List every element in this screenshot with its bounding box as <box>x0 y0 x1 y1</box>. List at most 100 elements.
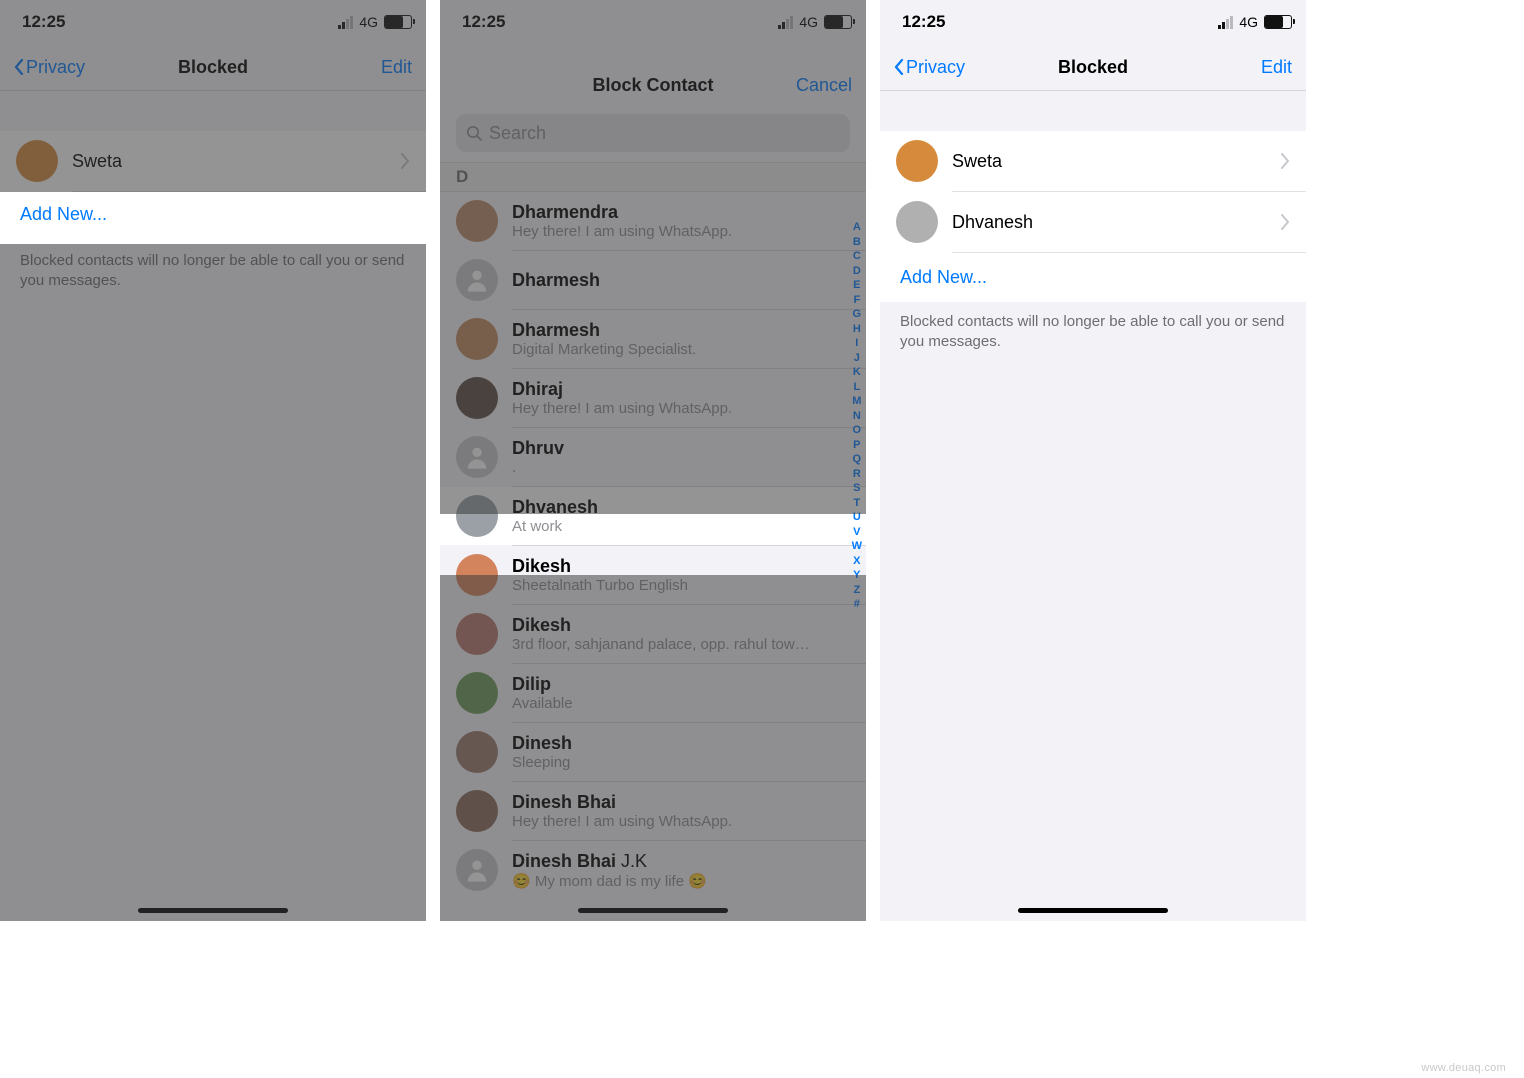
alpha-index-letter[interactable]: W <box>852 539 862 554</box>
alpha-index-letter[interactable]: U <box>853 510 861 525</box>
alpha-index-letter[interactable]: Z <box>853 583 860 598</box>
contact-row[interactable]: Dharmesh <box>440 251 866 309</box>
contact-row[interactable]: DilipAvailable <box>440 664 866 722</box>
contact-row[interactable]: Dinesh Bhai J.K😊 My mom dad is my life 😊 <box>440 841 866 899</box>
contact-row[interactable]: DhvaneshAt work <box>440 487 866 545</box>
search-icon <box>466 125 483 142</box>
alpha-index-letter[interactable]: O <box>853 423 862 438</box>
add-new-button[interactable]: Add New... <box>880 253 1306 302</box>
nav-bar: Privacy Blocked Edit <box>0 44 426 91</box>
blocked-contact-row[interactable]: Sweta <box>880 131 1306 191</box>
status-bar: 12:25 4G <box>0 0 426 44</box>
search-placeholder: Search <box>489 123 546 144</box>
contact-row[interactable]: Dikesh3rd floor, sahjanand palace, opp. … <box>440 605 866 663</box>
contact-name: Dinesh Bhai <box>512 792 732 813</box>
status-right: 4G <box>778 14 852 30</box>
avatar-icon <box>16 140 58 182</box>
alpha-index-letter[interactable]: X <box>853 554 860 569</box>
avatar-icon <box>456 554 498 596</box>
blocked-contact-row[interactable]: Sweta <box>0 131 426 191</box>
signal-icon <box>1218 16 1233 29</box>
alpha-index-letter[interactable]: C <box>853 249 861 264</box>
alpha-index-letter[interactable]: R <box>853 467 861 482</box>
alpha-index-letter[interactable]: J <box>854 351 860 366</box>
avatar-icon <box>456 790 498 832</box>
avatar-icon <box>456 672 498 714</box>
contact-row[interactable]: DineshSleeping <box>440 723 866 781</box>
alpha-index-letter[interactable]: E <box>853 278 860 293</box>
alpha-index-letter[interactable]: V <box>853 525 860 540</box>
status-right: 4G <box>1218 14 1292 30</box>
contact-name: Dhvanesh <box>952 212 1280 233</box>
blocked-contact-row[interactable]: Dhvanesh <box>880 192 1306 252</box>
contact-status: 3rd floor, sahjanand palace, opp. rahul … <box>512 636 812 653</box>
nav-bar: Block Contact Cancel <box>440 62 866 108</box>
alpha-index[interactable]: ABCDEFGHIJKLMNOPQRSTUVWXYZ# <box>852 220 862 612</box>
contact-status: . <box>512 459 564 476</box>
contact-row[interactable]: DikeshSheetalnath Turbo English <box>440 546 866 604</box>
alpha-index-letter[interactable]: K <box>853 365 861 380</box>
alpha-index-letter[interactable]: T <box>853 496 860 511</box>
contact-row[interactable]: Dhruv. <box>440 428 866 486</box>
network-label: 4G <box>1239 14 1258 30</box>
chevron-right-icon <box>1280 214 1290 230</box>
alpha-index-letter[interactable]: Y <box>853 568 860 583</box>
battery-icon <box>1264 15 1292 29</box>
alpha-index-letter[interactable]: G <box>853 307 862 322</box>
add-new-button-highlight[interactable]: Add New... <box>0 192 426 239</box>
search-input[interactable]: Search <box>456 114 850 152</box>
alpha-index-letter[interactable]: L <box>853 380 860 395</box>
avatar-icon <box>896 201 938 243</box>
alpha-index-letter[interactable]: B <box>853 235 861 250</box>
battery-icon <box>824 15 852 29</box>
contact-name: Dharmendra <box>512 202 732 223</box>
chevron-left-icon <box>14 59 24 75</box>
back-button[interactable]: Privacy <box>14 57 85 78</box>
contact-name: Sweta <box>952 151 1280 172</box>
back-button[interactable]: Privacy <box>894 57 965 78</box>
alpha-index-letter[interactable]: I <box>855 336 858 351</box>
avatar-icon <box>456 495 498 537</box>
back-label: Privacy <box>26 57 85 78</box>
contact-row[interactable]: Dinesh BhaiHey there! I am using WhatsAp… <box>440 782 866 840</box>
contact-status: Sheetalnath Turbo English <box>512 577 688 594</box>
contact-status: At work <box>512 518 598 535</box>
contact-name: Dhvanesh <box>512 497 598 518</box>
contact-status: 😊 My mom dad is my life 😊 <box>512 872 707 890</box>
status-bar: 12:25 4G <box>440 0 866 44</box>
chevron-right-icon <box>1280 153 1290 169</box>
battery-icon <box>384 15 412 29</box>
chevron-left-icon <box>894 59 904 75</box>
alpha-index-letter[interactable]: A <box>853 220 861 235</box>
alpha-index-letter[interactable]: Q <box>853 452 862 467</box>
alpha-index-letter[interactable]: N <box>853 409 861 424</box>
contact-row[interactable]: DharmeshDigital Marketing Specialist. <box>440 310 866 368</box>
alpha-index-letter[interactable]: H <box>853 322 861 337</box>
alpha-index-letter[interactable]: S <box>853 481 860 496</box>
alpha-index-letter[interactable]: M <box>852 394 861 409</box>
alpha-index-letter[interactable]: D <box>853 264 861 279</box>
screen-block-contact: 12:25 4G Block Contact Cancel Search D D… <box>440 0 866 921</box>
alpha-index-letter[interactable]: F <box>853 293 860 308</box>
alpha-index-letter[interactable]: P <box>853 438 860 453</box>
screen-blocked-dimmed: 12:25 4G Privacy Blocked Edit Sweta Add <box>0 0 426 921</box>
contact-status: Hey there! I am using WhatsApp. <box>512 813 732 830</box>
contact-name: Dikesh <box>512 556 688 577</box>
avatar-icon <box>456 436 498 478</box>
alpha-index-letter[interactable]: # <box>854 597 860 612</box>
edit-button[interactable]: Edit <box>381 57 412 78</box>
cancel-button[interactable]: Cancel <box>796 75 852 96</box>
avatar-icon <box>456 731 498 773</box>
avatar-icon <box>456 849 498 891</box>
footer-note: Blocked contacts will no longer be able … <box>0 241 426 302</box>
avatar-icon <box>896 140 938 182</box>
edit-button[interactable]: Edit <box>1261 57 1292 78</box>
contact-status: Sleeping <box>512 754 572 771</box>
screen-blocked-updated: 12:25 4G Privacy Blocked Edit Sweta <box>880 0 1306 921</box>
contact-name: Sweta <box>72 151 400 172</box>
avatar-icon <box>456 318 498 360</box>
contact-status: Available <box>512 695 573 712</box>
contact-row[interactable]: DharmendraHey there! I am using WhatsApp… <box>440 192 866 250</box>
status-right: 4G <box>338 14 412 30</box>
contact-row[interactable]: DhirajHey there! I am using WhatsApp. <box>440 369 866 427</box>
